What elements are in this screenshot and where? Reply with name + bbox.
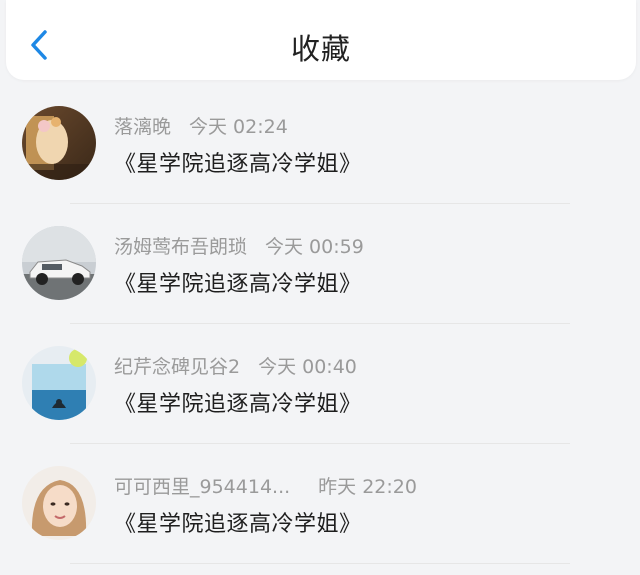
book-title[interactable]: 《星学院追逐高冷学姐》 (114, 266, 362, 298)
timestamp: 昨天 22:20 (318, 476, 417, 498)
car-photo-avatar (22, 226, 96, 300)
avatar[interactable] (22, 346, 96, 420)
username[interactable]: 落漓晚 (114, 116, 171, 138)
book-title[interactable]: 《星学院追逐高冷学姐》 (114, 146, 362, 178)
top-bar: 收藏 (6, 0, 636, 80)
username[interactable]: 汤姆莺布吾朗琐 (114, 236, 247, 258)
item-meta: 可可西里_954414... 昨天 22:20 (114, 472, 417, 499)
drink-photo-avatar (22, 346, 96, 420)
favorites-list: 落漓晚 今天 02:24 《星学院追逐高冷学姐》 汤姆莺布吾朗琐 今天 00:59 (0, 84, 640, 575)
username[interactable]: 纪芹念碑见谷2 (114, 356, 240, 378)
item-meta: 汤姆莺布吾朗琐 今天 00:59 (114, 232, 364, 259)
divider (70, 563, 570, 564)
list-item[interactable]: 汤姆莺布吾朗琐 今天 00:59 《星学院追逐高冷学姐》 (0, 204, 640, 324)
item-meta: 纪芹念碑见谷2 今天 00:40 (114, 352, 357, 379)
item-meta: 落漓晚 今天 02:24 (114, 112, 288, 139)
book-title[interactable]: 《星学院追逐高冷学姐》 (114, 386, 362, 418)
page-title: 收藏 (290, 32, 351, 66)
timestamp: 今天 00:59 (265, 236, 364, 258)
timestamp: 今天 02:24 (189, 116, 288, 138)
list-item[interactable]: 纪芹念碑见谷2 今天 00:40 《星学院追逐高冷学姐》 (0, 324, 640, 444)
avatar[interactable] (22, 226, 96, 300)
timestamp: 今天 00:40 (258, 356, 357, 378)
person-photo-avatar (22, 106, 96, 180)
username[interactable]: 可可西里_954414... (114, 476, 290, 498)
favorites-screen: 收藏 落漓晚 今天 02:24 《星学院追逐高冷学姐》 汤姆莺布吾朗琐 今天 0… (0, 0, 640, 575)
woman-photo-avatar (22, 466, 96, 540)
book-title[interactable]: 《星学院追逐高冷学姐》 (114, 506, 362, 538)
list-item[interactable]: 落漓晚 今天 02:24 《星学院追逐高冷学姐》 (0, 84, 640, 204)
avatar[interactable] (22, 466, 96, 540)
avatar[interactable] (22, 106, 96, 180)
list-item[interactable]: 可可西里_954414... 昨天 22:20 《星学院追逐高冷学姐》 (0, 444, 640, 564)
